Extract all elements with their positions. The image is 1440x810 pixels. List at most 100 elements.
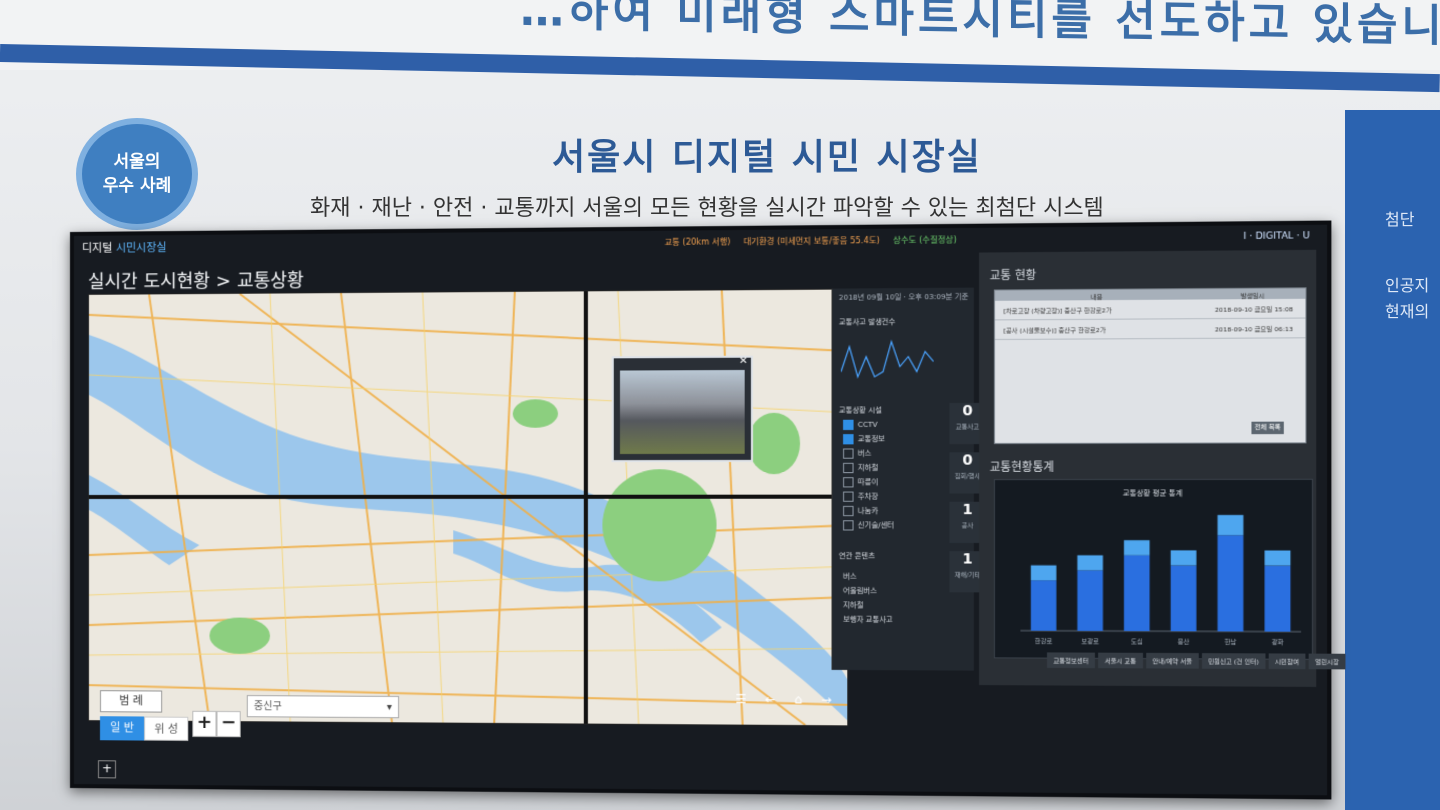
related-item[interactable]: 지하철	[843, 600, 863, 610]
right-text-1: 첨단	[1385, 206, 1414, 230]
legend-button[interactable]: 범 례	[100, 690, 162, 712]
panel-seam-vertical	[584, 291, 588, 723]
x-tick-label: 광화	[1272, 639, 1284, 646]
bar-chart-svg: 한강로 보광로 도심 용산 한남 광화	[995, 480, 1312, 659]
bar-도심-s0	[1124, 555, 1150, 631]
exhibit-subtitle: 화재 · 재난 · 안전 · 교통까지 서울의 모든 현황을 실시간 파악할 수…	[310, 190, 1104, 222]
layer-item[interactable]: 나눔카	[843, 506, 878, 516]
general-map-button[interactable]: 일 반	[100, 716, 144, 740]
bar-한강로-s1	[1031, 565, 1057, 580]
bar-광화-s0	[1265, 566, 1291, 632]
cctv-street-view	[620, 370, 745, 454]
satellite-map-button[interactable]: 위 성	[144, 716, 188, 740]
video-wall-screen: 디지털 시민시장실 교통 (20km 서행) 대기환경 (미세먼지 보통/좋음 …	[70, 221, 1331, 800]
panel-seam-horizontal	[89, 495, 847, 499]
seoul-best-practice-badge: 서울의 우수 사례	[76, 118, 198, 230]
back-arrow-icon[interactable]: ←	[765, 692, 776, 706]
layer-item[interactable]: CCTV	[843, 420, 878, 430]
city-map[interactable]: ✕	[88, 288, 848, 726]
layer-item[interactable]: 따릉이	[843, 477, 878, 487]
digital-u-logo: I · DIGITAL · U	[1243, 231, 1309, 242]
brand-part2: 시민시장실	[116, 241, 167, 254]
footer-link[interactable]: 열린시장	[1309, 654, 1346, 670]
x-tick-label: 한강로	[1035, 637, 1053, 645]
layer-checkbox[interactable]	[843, 463, 854, 473]
slogan-text: …하여 미래형 스마트시티를 선도하고 있습니	[520, 0, 1440, 54]
layer-label: CCTV	[858, 421, 878, 429]
bar-광화-s1	[1265, 550, 1291, 565]
layer-item[interactable]: 지하철	[843, 463, 878, 473]
layer-label: 지하철	[858, 464, 878, 472]
traffic-status-title: 교통 현황	[990, 267, 1037, 284]
right-text-3: 현재의	[1385, 298, 1429, 322]
bar-한강로-s0	[1031, 580, 1057, 630]
footer-link[interactable]: 교통정보센터	[1047, 652, 1095, 668]
layer-item[interactable]: 교통정보	[843, 434, 885, 444]
timestamp: 2018년 09월 10일 · 오후 03:09분 기준	[839, 292, 969, 303]
bar-도심-s1	[1124, 540, 1150, 555]
bar-용산-s1	[1171, 550, 1197, 565]
legend-air: 대기환경 (미세먼지 보통/좋음 55.4도)	[744, 236, 880, 246]
related-item[interactable]: 어울림버스	[843, 586, 877, 596]
x-tick-label: 도심	[1131, 637, 1143, 645]
layer-item[interactable]: 버스	[843, 448, 871, 458]
stats-chart: 교통상황 평균 통계 한강로 보광로 도심 용산 한남 광화	[994, 479, 1313, 660]
zoom-in-button[interactable]: +	[192, 711, 216, 737]
footer-link[interactable]: 민원신고 (건 인터)	[1202, 653, 1266, 669]
forward-arrow-icon[interactable]: →	[821, 692, 832, 706]
layer-label: 주차장	[858, 493, 878, 501]
layer-checkbox[interactable]	[843, 434, 854, 444]
footer-link[interactable]: 안내/예약 서울	[1146, 653, 1199, 669]
cctv-popup[interactable]: ✕	[612, 356, 753, 463]
footer-link[interactable]: 시민참여	[1269, 653, 1306, 669]
badge-line1: 서울의	[82, 150, 192, 174]
stats-title: 교통현황통계	[990, 458, 1054, 475]
x-tick-label: 보광로	[1081, 638, 1099, 645]
related-list: 버스 어울림버스 지하철 보행자 교통사고	[833, 288, 974, 289]
menu-icon[interactable]: ☰	[735, 692, 746, 706]
layer-checkbox[interactable]	[843, 520, 854, 530]
bar-보광로-s0	[1077, 570, 1103, 631]
screen-nav: ☰ ← ⌂ →	[735, 692, 846, 707]
badge-line2: 우수 사례	[82, 174, 192, 198]
layer-checkbox[interactable]	[843, 506, 854, 516]
sparkline-series	[841, 341, 934, 377]
bar-용산-s0	[1171, 566, 1197, 632]
footer-links: 교통정보센터 서울시 교통 안내/예약 서울 민원신고 (건 인터) 시민참여 열린시장	[1047, 652, 1349, 669]
footer-link[interactable]: 서울시 교통	[1098, 653, 1142, 669]
table-row[interactable]: [공사 (시설물보수)] 중산구 한강로2가 2018-09-10 금요일 06…	[995, 319, 1305, 340]
layer-checkbox[interactable]	[843, 420, 854, 430]
brand-part1: 디지털	[82, 242, 112, 255]
layer-checkbox[interactable]	[843, 448, 854, 458]
layer-label: 나눔카	[858, 507, 878, 515]
layer-label: 버스	[858, 449, 872, 457]
bar-한남-s1	[1218, 515, 1244, 535]
full-list-button[interactable]: 전체 목록	[1251, 422, 1283, 435]
related-title: 연관 콘텐츠	[839, 551, 875, 561]
home-icon[interactable]: ⌂	[794, 692, 802, 706]
layer-item[interactable]: 주차장	[843, 492, 878, 502]
district-select[interactable]: 중신구	[247, 695, 399, 718]
add-icon[interactable]: +	[98, 760, 116, 778]
layer-list: CCTV 교통정보 버스 지하철 따릉이 주차장 나눔카 신기술/센터	[833, 288, 974, 289]
layer-item[interactable]: 신기술/센터	[843, 520, 894, 530]
related-item[interactable]: 보행자 교통사고	[843, 615, 893, 625]
related-item[interactable]: 버스	[843, 572, 857, 582]
x-tick-label: 용산	[1178, 637, 1190, 645]
legend-water: 상수도 (수질정상)	[893, 235, 957, 245]
x-axis	[1020, 631, 1301, 632]
zoom-out-button[interactable]: −	[216, 711, 240, 737]
close-icon[interactable]: ✕	[739, 356, 748, 367]
bar-보광로-s1	[1077, 555, 1103, 570]
traffic-status-panel: 교통 현황 내용 발생일시 [차로고장 (차량고장)] 중산구 한강로2가 20…	[979, 250, 1316, 687]
table-row[interactable]: [차로고장 (차량고장)] 중산구 한강로2가 2018-09-10 금요일 1…	[995, 299, 1305, 321]
traffic-status-table: 내용 발생일시 [차로고장 (차량고장)] 중산구 한강로2가 2018-09-…	[994, 287, 1307, 444]
layer-checkbox[interactable]	[843, 477, 854, 487]
bar-한남-s0	[1218, 535, 1244, 631]
right-text-2: 인공지	[1385, 272, 1429, 296]
accidents-sparkline	[841, 337, 934, 391]
breadcrumb: 실시간 도시현황 > 교통상황	[88, 266, 304, 294]
accidents-title: 교통사고 발생건수	[839, 317, 896, 328]
facilities-title: 교통상황 시설	[839, 405, 882, 415]
layer-checkbox[interactable]	[843, 492, 854, 502]
